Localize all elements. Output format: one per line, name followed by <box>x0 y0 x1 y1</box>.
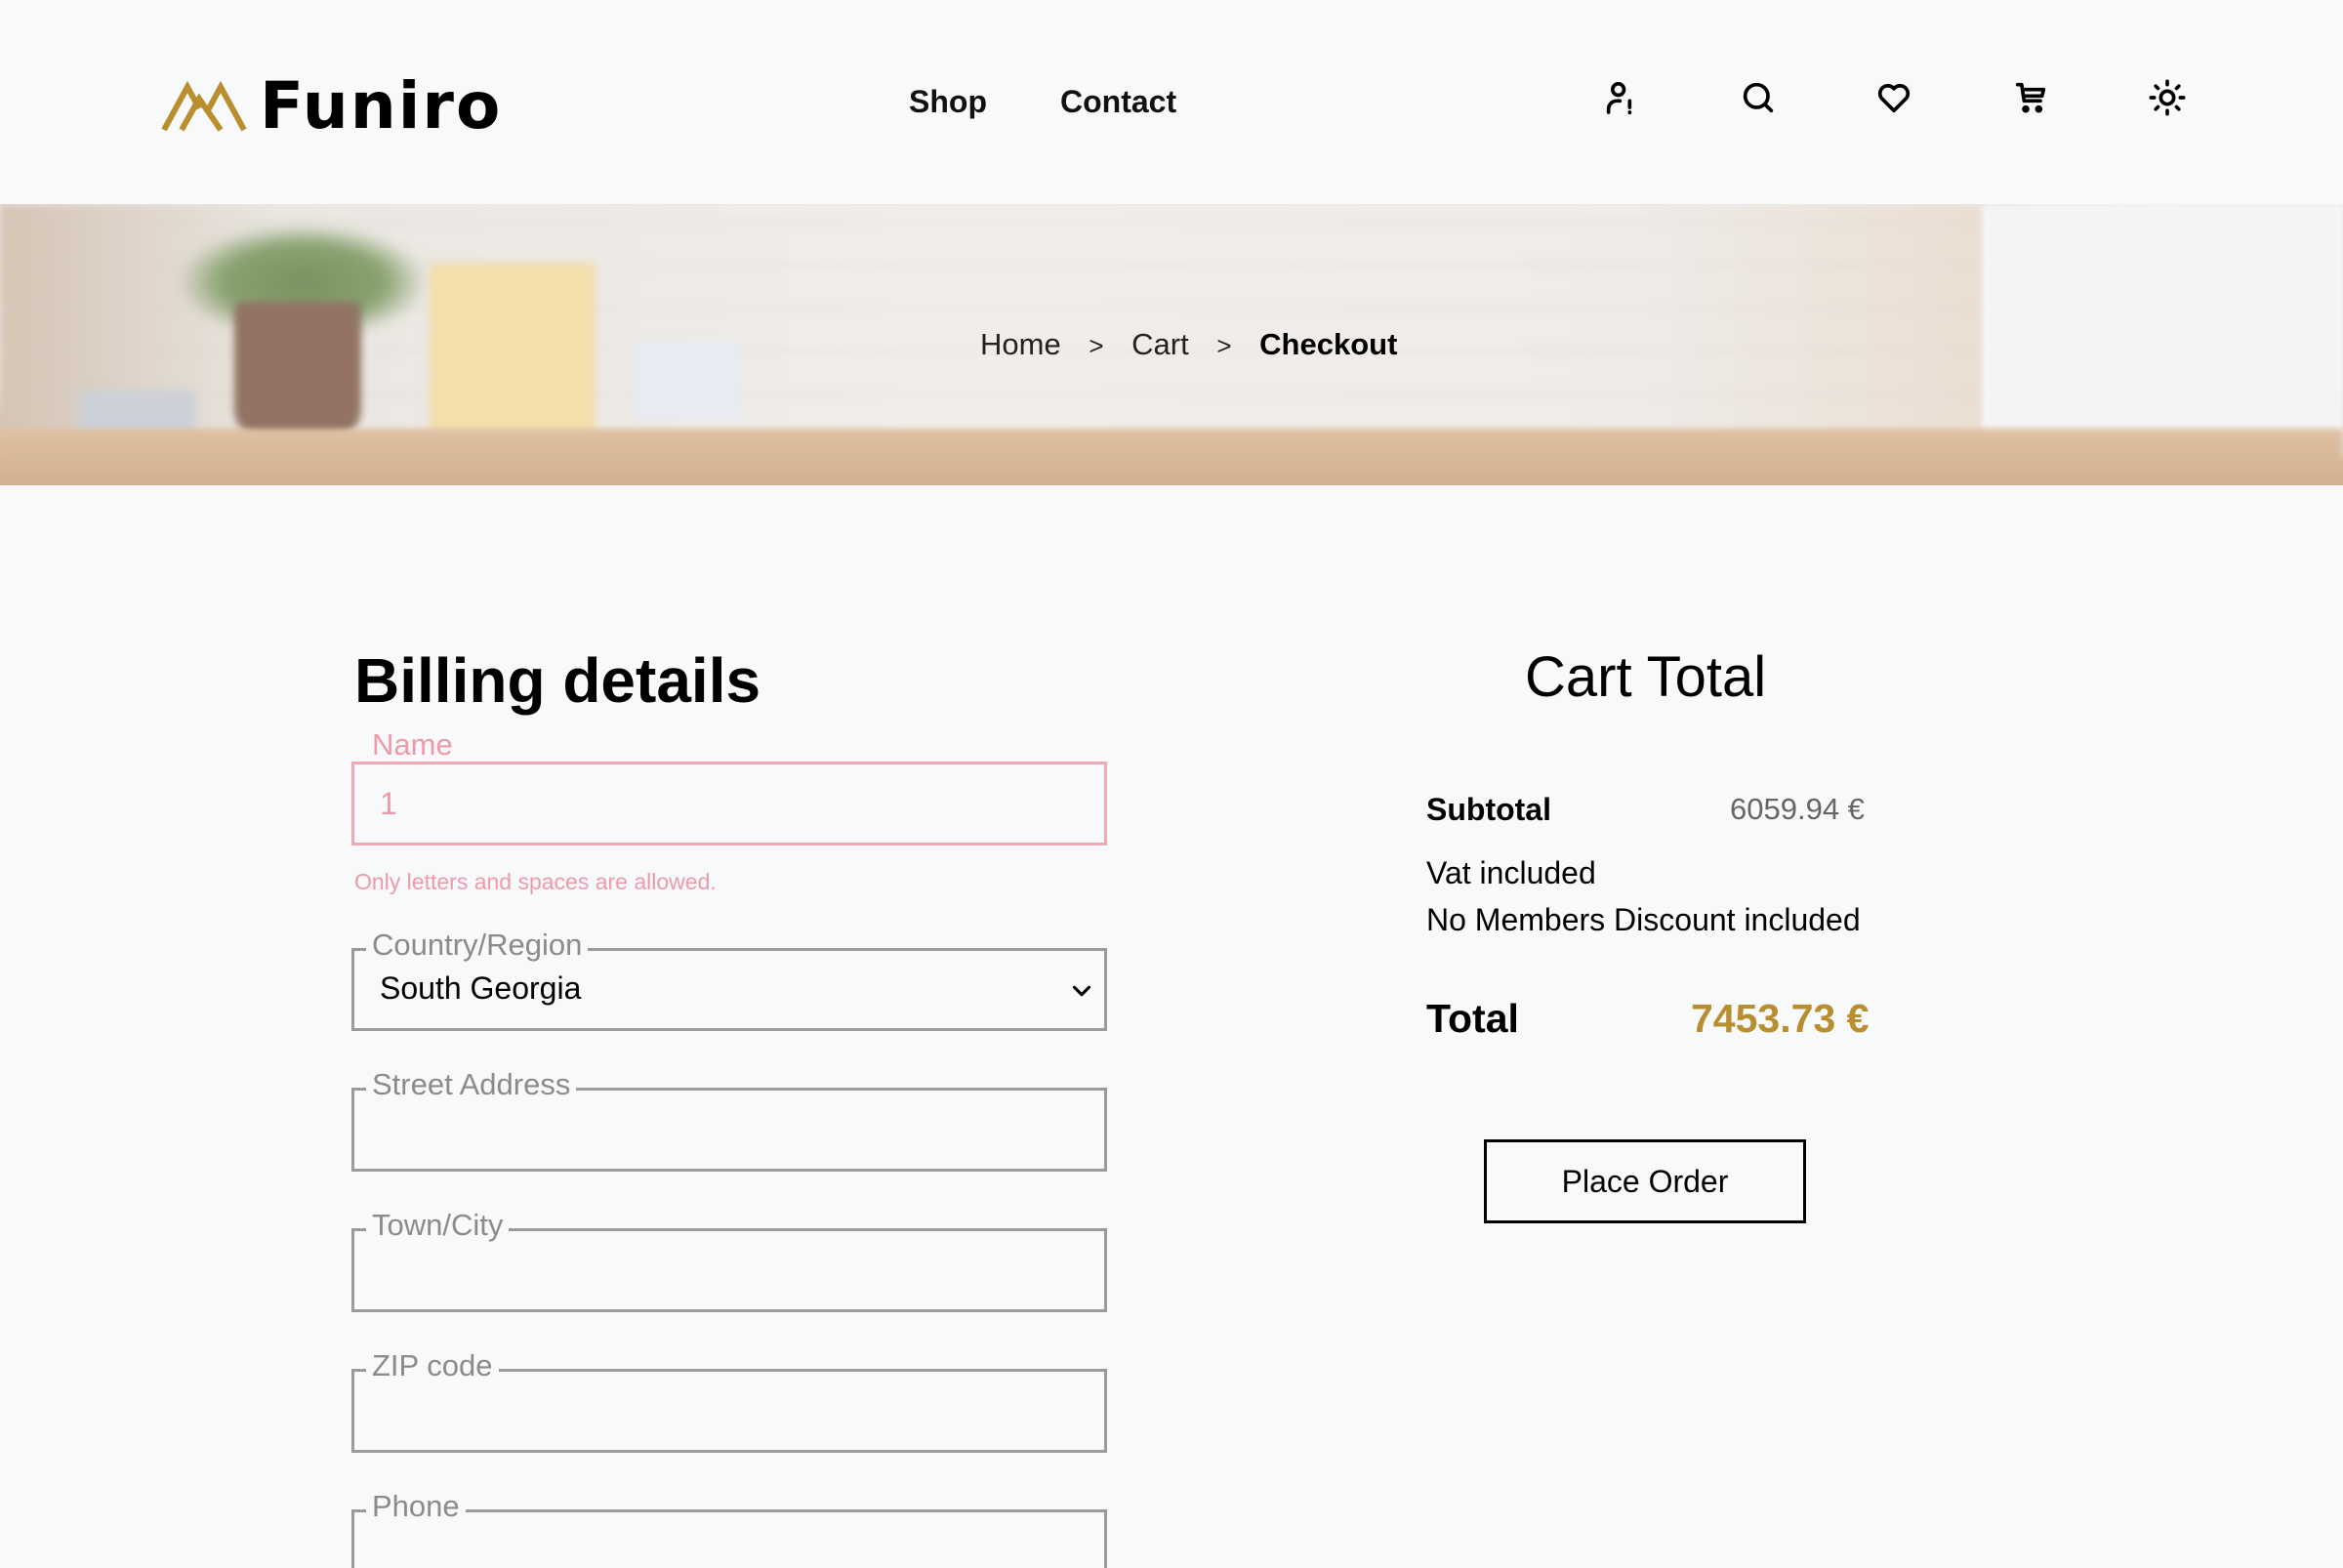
breadcrumb: Home > Cart > Checkout <box>980 327 1397 362</box>
cart-total-title: Cart Total <box>1525 645 1767 709</box>
town-city-label: Town/City <box>366 1206 510 1245</box>
phone-field[interactable]: Phone <box>351 1487 1107 1568</box>
account-button[interactable] <box>1598 74 1645 121</box>
zip-code-label: ZIP code <box>366 1346 499 1385</box>
search-button[interactable] <box>1735 74 1782 121</box>
cart-icon <box>2015 82 2046 113</box>
total-value: 7453.73 € <box>1691 996 1870 1041</box>
street-address-field[interactable]: Street Address <box>351 1065 1107 1172</box>
name-error-message: Only letters and spaces are allowed. <box>354 869 717 894</box>
phone-label: Phone <box>366 1487 466 1526</box>
billing-title: Billing details <box>354 645 761 716</box>
nav-shop-link[interactable]: Shop <box>909 84 987 120</box>
name-field-label: Name <box>372 727 453 762</box>
breadcrumb-current: Checkout <box>1259 327 1398 361</box>
brand-name: Funiro <box>260 68 503 144</box>
heart-icon <box>1877 84 1911 113</box>
chevron-down-icon <box>1072 985 1091 997</box>
country-select[interactable]: Country/Region South Georgia <box>351 926 1107 1031</box>
country-select-value: South Georgia <box>380 970 582 1006</box>
subtotal-value: 6059.94 € <box>1730 792 1865 826</box>
name-field[interactable]: Name 1 <box>351 727 1107 846</box>
cart-button[interactable] <box>2007 74 2054 121</box>
nav-contact-link[interactable]: Contact <box>1060 84 1176 120</box>
breadcrumb-separator: > <box>1089 331 1104 360</box>
breadcrumb-home[interactable]: Home <box>980 327 1061 362</box>
site-header: Funiro Shop Contact <box>0 0 2343 204</box>
subtotal-label: Subtotal <box>1426 792 1551 827</box>
town-city-field[interactable]: Town/City <box>351 1206 1107 1312</box>
user-alert-icon <box>1606 82 1632 115</box>
total-label: Total <box>1426 996 1519 1041</box>
funiro-logo-icon <box>161 80 247 132</box>
page-banner: Home > Cart > Checkout <box>0 204 2343 485</box>
brand-logo[interactable]: Funiro <box>160 74 502 139</box>
breadcrumb-cart[interactable]: Cart <box>1131 327 1189 362</box>
zip-code-field[interactable]: ZIP code <box>351 1346 1107 1453</box>
vat-note: Vat included <box>1426 855 1596 890</box>
wishlist-button[interactable] <box>1870 74 1917 121</box>
search-icon <box>1743 82 1774 113</box>
theme-toggle-button[interactable] <box>2144 74 2191 121</box>
discount-note: No Members Discount included <box>1426 902 1861 937</box>
sun-icon <box>2149 79 2186 116</box>
place-order-button[interactable]: Place Order <box>1484 1139 1806 1223</box>
name-field-value: 1 <box>380 786 397 821</box>
street-address-label: Street Address <box>366 1065 577 1104</box>
country-select-label: Country/Region <box>366 926 589 965</box>
breadcrumb-separator: > <box>1216 331 1232 360</box>
